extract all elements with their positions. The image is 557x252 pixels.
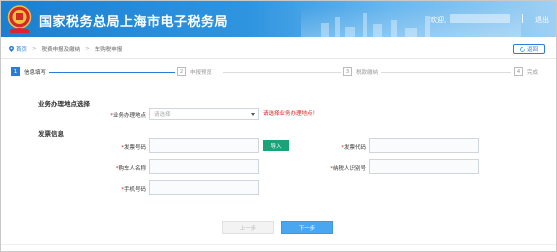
- location-label: *业务办理地点: [110, 113, 146, 119]
- breadcrumb-bar: 首页 > 税费申报及缴纳 > 车购税申报 返回: [1, 37, 556, 59]
- invoice-code-label: *发票代码: [341, 145, 366, 151]
- welcome-text: 欢迎,: [430, 16, 447, 24]
- step-2: 2 申报预览: [177, 67, 212, 76]
- step-connector: [223, 72, 341, 73]
- step-connector: [49, 72, 175, 73]
- location-section-title: 业务办理地点选择: [38, 100, 90, 108]
- step-number: 4: [514, 67, 523, 76]
- phone-label: *手机号码: [121, 187, 146, 193]
- footer-divider: [1, 244, 556, 245]
- breadcrumb: 首页 > 税费申报及缴纳 > 车购税申报: [9, 45, 122, 53]
- import-button[interactable]: 导入: [263, 140, 289, 151]
- invoice-number-label: *发票号码: [121, 145, 146, 151]
- breadcrumb-home[interactable]: 首页: [16, 45, 27, 53]
- page: 国家税务总局上海市电子税务局 欢迎, 退出 首页 > 税费申报及缴纳 > 车购税…: [0, 0, 557, 252]
- step-number: 1: [11, 67, 20, 76]
- invoice-number-input[interactable]: [149, 138, 259, 153]
- buyer-name-label: *购车人名称: [115, 166, 146, 172]
- step-label: 信息填写: [24, 69, 47, 76]
- phone-input[interactable]: [149, 180, 259, 195]
- step-4: 4 完成: [514, 67, 538, 76]
- back-button[interactable]: 返回: [513, 44, 545, 54]
- user-name-masked: [450, 14, 510, 23]
- logout-link[interactable]: 退出: [535, 15, 549, 25]
- step-label: 完成: [527, 69, 539, 76]
- step-number: 3: [343, 67, 352, 76]
- location-error-message: 请选择业务办理地点！: [263, 111, 319, 117]
- prev-step-button[interactable]: 上一步: [222, 221, 274, 234]
- breadcrumb-current: 车购税申报: [94, 47, 123, 53]
- chevron-down-icon: [251, 113, 255, 116]
- progress-steps: 1 信息填写 2 申报预览 3 税款缴纳 4 完成: [11, 67, 545, 79]
- breadcrumb-separator-icon: >: [85, 46, 90, 52]
- site-title: 国家税务总局上海市电子税务局: [39, 15, 229, 30]
- location-select[interactable]: 请选择: [149, 108, 259, 120]
- invoice-section-title: 发票信息: [38, 130, 64, 138]
- tax-emblem-icon: [7, 5, 32, 33]
- step-1: 1 信息填写: [11, 67, 46, 76]
- back-button-label: 返回: [526, 47, 538, 53]
- buyer-name-input[interactable]: [149, 159, 259, 174]
- next-step-button[interactable]: 下一步: [281, 221, 333, 234]
- header-banner: 国家税务总局上海市电子税务局 欢迎, 退出: [1, 1, 556, 37]
- back-arrow-icon: [520, 46, 525, 52]
- breadcrumb-separator-icon: >: [32, 46, 37, 52]
- header-divider: [522, 14, 523, 23]
- location-select-placeholder: 请选择: [154, 112, 171, 118]
- step-connector: [381, 72, 511, 73]
- step-label: 申报预览: [190, 69, 213, 76]
- invoice-code-input[interactable]: [369, 138, 479, 153]
- taxpayer-id-input[interactable]: [369, 159, 479, 174]
- step-label: 税款缴纳: [356, 69, 379, 76]
- taxpayer-id-label: *纳税人识别号: [330, 166, 366, 172]
- location-pin-icon: [9, 46, 14, 52]
- breadcrumb-tax-filing[interactable]: 税费申报及缴纳: [42, 45, 81, 53]
- step-number: 2: [177, 67, 186, 76]
- step-3: 3 税款缴纳: [343, 67, 378, 76]
